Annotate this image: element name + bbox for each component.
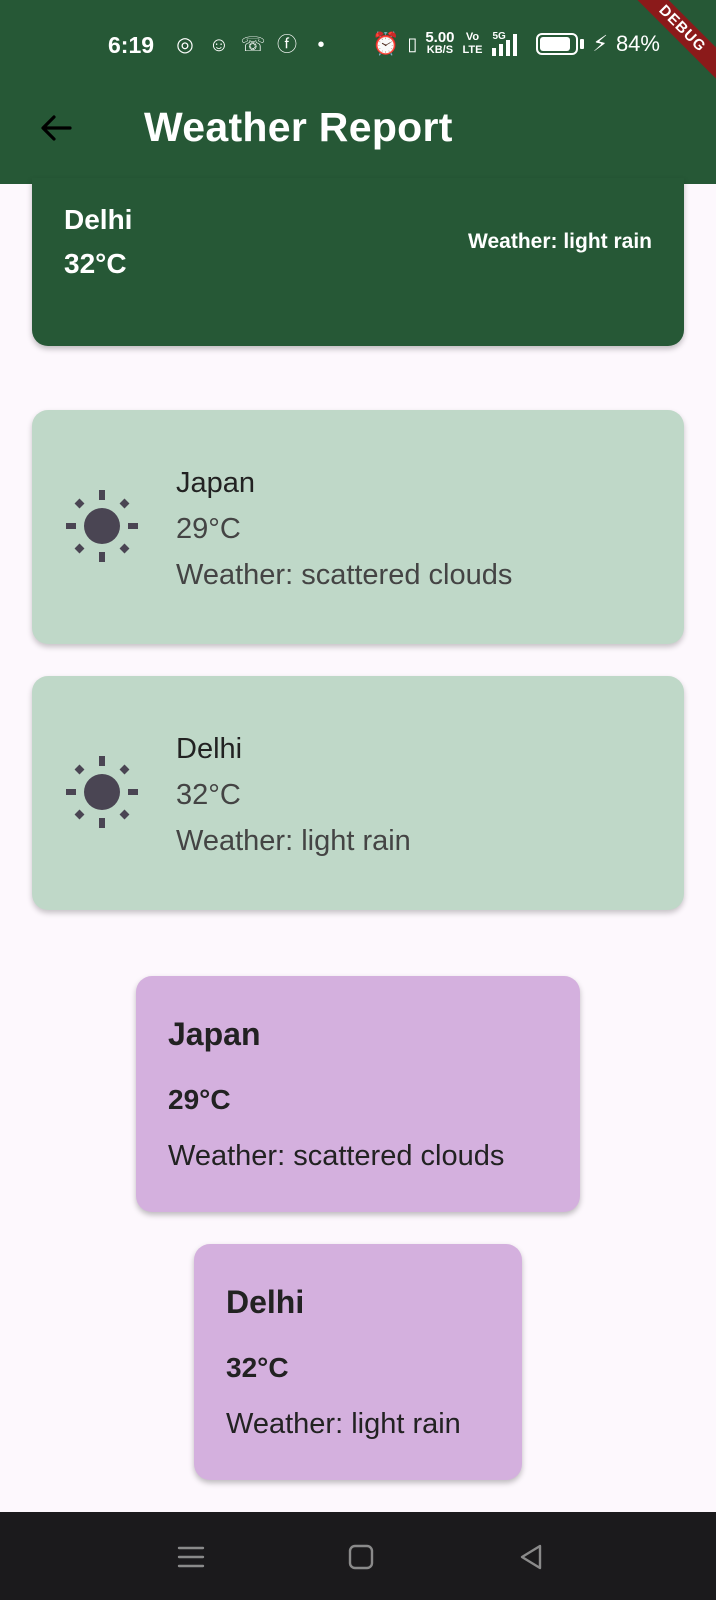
weather-card-weather: Weather: light rain [226, 1408, 461, 1440]
weather-card-city: Japan [168, 1016, 261, 1052]
battery-icon [536, 33, 579, 55]
back-triangle-icon [520, 1544, 542, 1570]
page-title: Weather Report [144, 104, 453, 150]
featured-city: Delhi [64, 204, 133, 235]
home-square-icon [348, 1544, 374, 1570]
list-item-weather: Weather: light rain [176, 825, 411, 857]
vibrate-icon: ▯ [407, 33, 418, 54]
missed-call-icon: ☏ [240, 34, 266, 56]
battery-percent: 84% [615, 31, 660, 56]
status-right: ⏰ ▯ 5.00 KB/S Vo LTE 5G ⚡︎ 84% [372, 30, 660, 58]
featured-weather-card: Delhi 32°C Weather: light rain [32, 178, 684, 346]
list-item[interactable]: Japan 29°C Weather: scattered clouds [32, 410, 684, 644]
snapchat-icon: ☺ [208, 34, 230, 56]
list-item-temp: 32°C [176, 779, 241, 811]
weather-card-city: Delhi [226, 1284, 305, 1320]
weather-card-weather: Weather: scattered clouds [168, 1140, 505, 1172]
weather-card[interactable]: Japan 29°C Weather: scattered clouds [136, 976, 580, 1212]
net-speed: 5.00 KB/S [425, 29, 455, 56]
list-item-city: Japan [176, 467, 256, 499]
app-header: 6:19 ◎ ☺ ☏ ⓕ • ⏰ ▯ 5.00 KB/S Vo LTE 5G ⚡… [0, 0, 716, 184]
weather-card-temp: 29°C [168, 1084, 231, 1115]
charging-icon: ⚡︎ [592, 31, 608, 56]
home-button[interactable] [346, 1542, 376, 1572]
back-button[interactable] [36, 108, 76, 148]
weather-card[interactable]: Delhi 32°C Weather: light rain [194, 1244, 522, 1480]
recents-button[interactable] [176, 1542, 206, 1572]
menu-lines-icon [177, 1546, 205, 1568]
featured-weather: Weather: light rain [468, 230, 652, 253]
sun-icon [66, 490, 138, 562]
system-nav-bar [0, 1512, 716, 1600]
arrow-back-icon [41, 115, 72, 141]
back-nav-button[interactable] [516, 1542, 546, 1572]
status-bar: 6:19 ◎ ☺ ☏ ⓕ • ⏰ ▯ 5.00 KB/S Vo LTE 5G ⚡… [0, 30, 716, 64]
sun-icon [66, 756, 138, 828]
signal-icon: 5G [490, 30, 528, 58]
alarm-icon: ⏰ [372, 31, 400, 56]
volte-indicator: Vo LTE [462, 31, 483, 56]
status-time: 6:19 [108, 32, 155, 58]
list-item-weather: Weather: scattered clouds [176, 559, 513, 591]
weather-card-temp: 32°C [226, 1352, 289, 1383]
facebook-icon: ⓕ [277, 34, 297, 56]
list-item-city: Delhi [176, 733, 243, 765]
whatsapp-icon: ◎ [176, 34, 194, 56]
more-dot-icon: • [317, 34, 325, 56]
list-item-temp: 29°C [176, 513, 241, 545]
featured-temp: 32°C [64, 248, 127, 279]
notification-icons: ◎ ☺ ☏ ⓕ • [172, 32, 334, 58]
